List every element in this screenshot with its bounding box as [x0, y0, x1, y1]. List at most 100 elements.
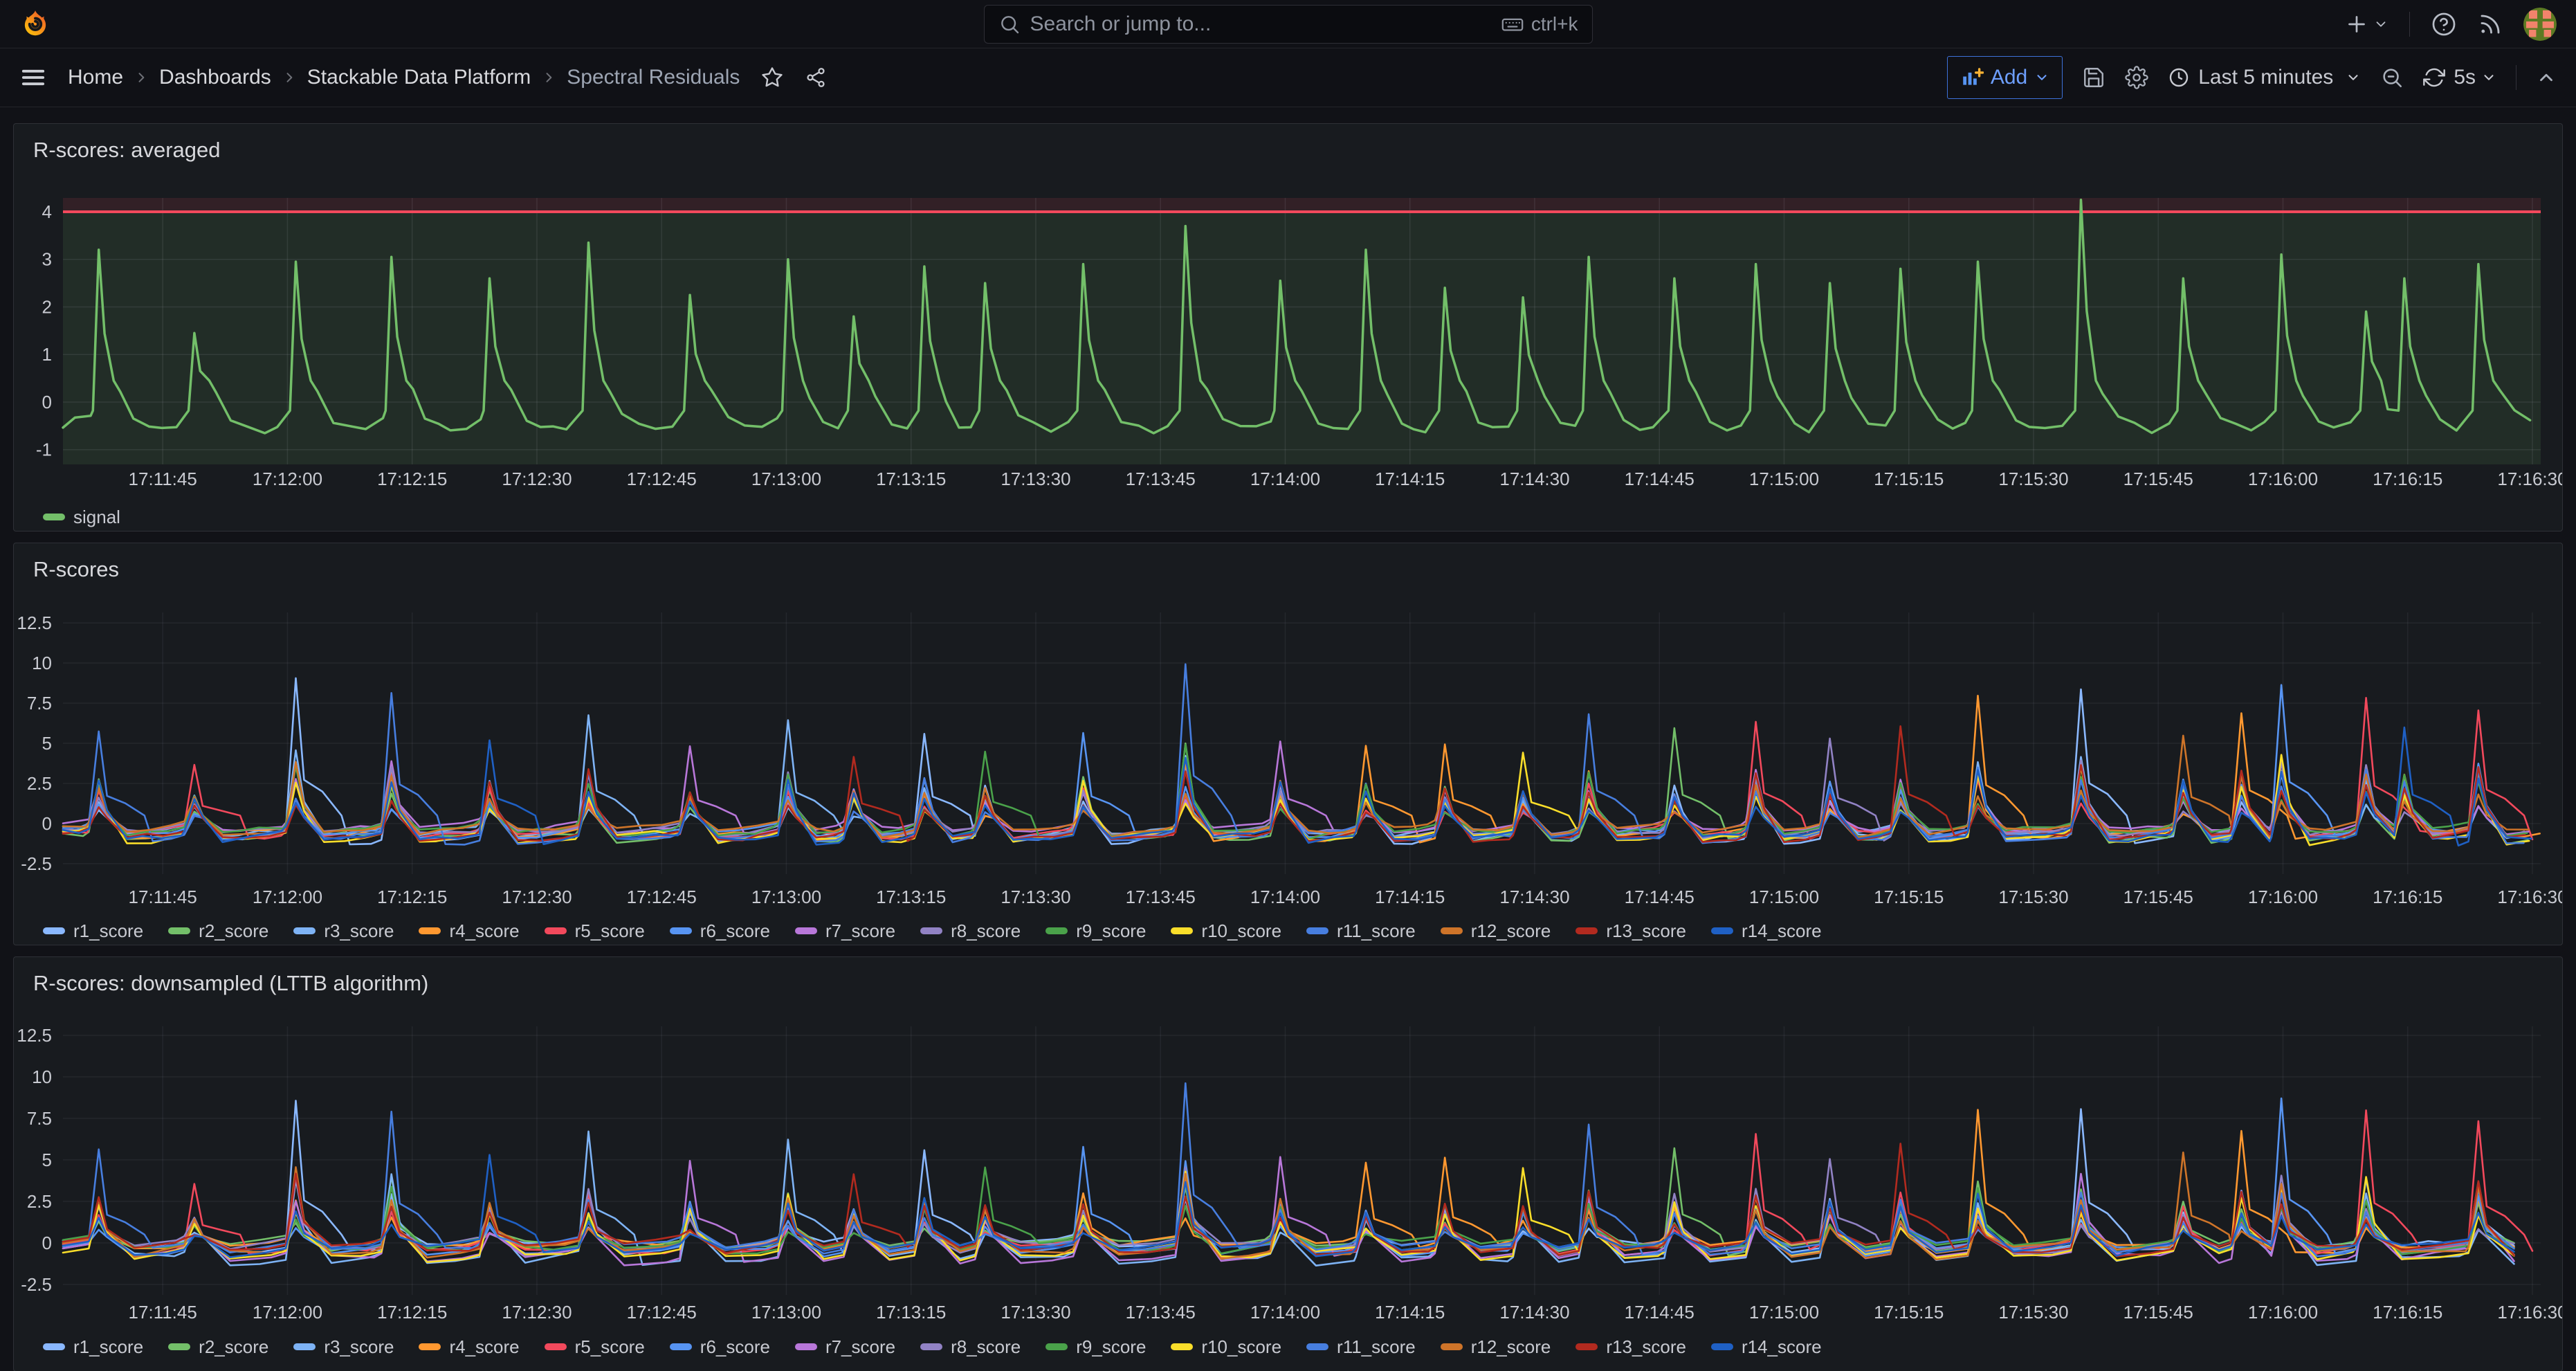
chart-svg-0[interactable]: 43210-117:11:4517:12:0017:12:1517:12:301…	[14, 172, 2562, 498]
legend-item-r5_score[interactable]: r5_score	[545, 920, 645, 942]
news-button[interactable]	[2478, 12, 2503, 37]
add-panel-button[interactable]: Add	[1947, 56, 2063, 99]
legend-label: r6_score	[700, 920, 770, 942]
legend-swatch	[795, 1343, 817, 1350]
legend-item-r1_score[interactable]: r1_score	[43, 1336, 143, 1358]
svg-text:17:12:00: 17:12:00	[253, 469, 322, 489]
svg-text:17:16:30: 17:16:30	[2497, 887, 2563, 907]
chart-svg-1[interactable]: 12.5107.552.50-2.517:11:4517:12:0017:12:…	[14, 592, 2562, 911]
svg-text:17:15:45: 17:15:45	[2123, 1302, 2193, 1323]
legend-item-r14_score[interactable]: r14_score	[1711, 920, 1822, 942]
legend-item-r7_score[interactable]: r7_score	[795, 920, 895, 942]
svg-text:2: 2	[42, 296, 52, 317]
svg-text:17:14:00: 17:14:00	[1250, 469, 1320, 489]
legend-swatch	[920, 1343, 942, 1350]
svg-text:17:13:15: 17:13:15	[876, 887, 946, 907]
user-avatar[interactable]	[2523, 8, 2557, 41]
panel-title[interactable]: R-scores	[14, 543, 2562, 592]
refresh-button[interactable]	[2423, 66, 2445, 89]
collapse-toolbar-button[interactable]	[2536, 67, 2557, 88]
legend-swatch	[43, 514, 65, 520]
legend-item-r8_score[interactable]: r8_score	[920, 920, 1021, 942]
legend-item-r12_score[interactable]: r12_score	[1441, 1336, 1551, 1358]
legend-item-r9_score[interactable]: r9_score	[1045, 920, 1146, 942]
chart-svg-2[interactable]: 12.5107.552.50-2.517:11:4517:12:0017:12:…	[14, 1006, 2562, 1327]
legend-label: r8_score	[951, 920, 1021, 942]
series-r14_score[interactable]	[63, 1155, 2514, 1257]
share-button[interactable]	[805, 66, 827, 89]
panel-rscores-downsampled: R-scores: downsampled (LTTB algorithm) 1…	[13, 956, 2563, 1371]
help-button[interactable]	[2431, 11, 2457, 37]
legend-item-r7_score[interactable]: r7_score	[795, 1336, 895, 1358]
legend-item-r6_score[interactable]: r6_score	[670, 920, 770, 942]
svg-text:17:14:00: 17:14:00	[1250, 887, 1320, 907]
svg-text:12.5: 12.5	[17, 612, 52, 633]
legend-swatch	[1171, 1343, 1193, 1350]
legend-label: r12_score	[1471, 1336, 1551, 1358]
save-dashboard-button[interactable]	[2082, 66, 2105, 89]
panel-title[interactable]: R-scores: averaged	[14, 124, 2562, 172]
legend-item-signal[interactable]: signal	[43, 507, 120, 528]
legend-item-r14_score[interactable]: r14_score	[1711, 1336, 1822, 1358]
series-r4_score[interactable]	[63, 696, 2540, 842]
legend-swatch	[670, 1343, 692, 1350]
svg-text:-1: -1	[36, 439, 52, 460]
legend-item-r11_score[interactable]: r11_score	[1306, 920, 1416, 942]
svg-text:17:16:00: 17:16:00	[2248, 887, 2318, 907]
refresh-interval-picker[interactable]: 5s	[2454, 66, 2496, 89]
legend-swatch	[43, 1343, 65, 1350]
legend-swatch	[545, 927, 567, 934]
legend-item-r4_score[interactable]: r4_score	[419, 1336, 519, 1358]
search-icon	[998, 13, 1021, 35]
legend-item-r9_score[interactable]: r9_score	[1045, 1336, 1146, 1358]
legend-item-r3_score[interactable]: r3_score	[293, 1336, 394, 1358]
favorite-star-button[interactable]	[760, 66, 784, 89]
grafana-logo[interactable]	[19, 8, 51, 40]
gear-icon	[2125, 66, 2148, 89]
zoom-out-button[interactable]	[2380, 66, 2404, 89]
legend-item-r1_score[interactable]: r1_score	[43, 920, 143, 942]
legend-rscores-downsampled: r1_score r2_score r3_score r4_score r5_score…	[43, 1333, 2562, 1361]
svg-text:17:13:30: 17:13:30	[1001, 887, 1070, 907]
menu-toggle-button[interactable]	[19, 64, 47, 91]
legend-item-r4_score[interactable]: r4_score	[419, 920, 519, 942]
zoom-out-icon	[2380, 66, 2404, 89]
legend-item-r8_score[interactable]: r8_score	[920, 1336, 1021, 1358]
legend-label: r10_score	[1201, 1336, 1281, 1358]
breadcrumb-home[interactable]: Home	[68, 66, 123, 89]
legend-label: r1_score	[73, 1336, 143, 1358]
legend-label: r3_score	[324, 920, 394, 942]
legend-item-r2_score[interactable]: r2_score	[168, 920, 268, 942]
svg-text:17:12:45: 17:12:45	[627, 887, 697, 907]
legend-item-r2_score[interactable]: r2_score	[168, 1336, 268, 1358]
svg-text:17:12:00: 17:12:00	[253, 887, 322, 907]
legend-item-r5_score[interactable]: r5_score	[545, 1336, 645, 1358]
legend-label: r14_score	[1742, 1336, 1822, 1358]
legend-swatch	[1306, 927, 1328, 934]
legend-item-r13_score[interactable]: r13_score	[1575, 920, 1686, 942]
legend-label: r2_score	[199, 920, 268, 942]
svg-text:17:15:00: 17:15:00	[1749, 1302, 1819, 1323]
svg-text:17:15:15: 17:15:15	[1874, 887, 1944, 907]
dashboard-settings-button[interactable]	[2125, 66, 2148, 89]
legend-item-r10_score[interactable]: r10_score	[1171, 1336, 1281, 1358]
series-r13_score[interactable]	[63, 1143, 2514, 1256]
legend-item-r13_score[interactable]: r13_score	[1575, 1336, 1686, 1358]
breadcrumb-folder[interactable]: Stackable Data Platform	[307, 66, 531, 89]
svg-text:17:13:15: 17:13:15	[876, 469, 946, 489]
time-range-picker[interactable]: Last 5 minutes	[2168, 66, 2361, 89]
legend-swatch	[545, 1343, 567, 1350]
legend-item-r6_score[interactable]: r6_score	[670, 1336, 770, 1358]
legend-item-r10_score[interactable]: r10_score	[1171, 920, 1281, 942]
search-input[interactable]: Search or jump to... ctrl+k	[984, 5, 1593, 44]
legend-label: r7_score	[825, 1336, 895, 1358]
series-r8_score[interactable]	[63, 1159, 2514, 1256]
legend-item-r11_score[interactable]: r11_score	[1306, 1336, 1416, 1358]
panel-title[interactable]: R-scores: downsampled (LTTB algorithm)	[14, 957, 2562, 1006]
legend-item-r3_score[interactable]: r3_score	[293, 920, 394, 942]
time-range-label: Last 5 minutes	[2198, 66, 2333, 89]
legend-label: r1_score	[73, 920, 143, 942]
breadcrumb-dashboards[interactable]: Dashboards	[159, 66, 271, 89]
legend-item-r12_score[interactable]: r12_score	[1441, 920, 1551, 942]
new-menu-button[interactable]	[2344, 12, 2388, 37]
